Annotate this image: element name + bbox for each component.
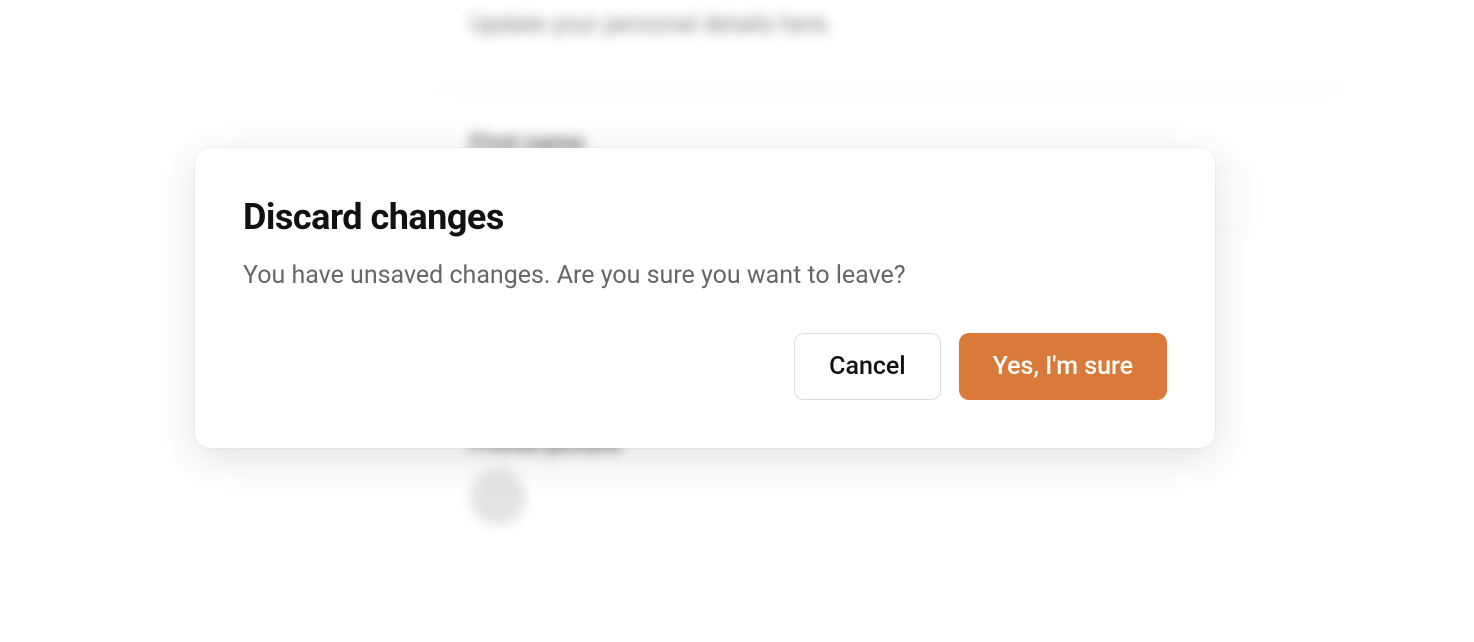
modal-body-text: You have unsaved changes. Are you sure y… [243, 258, 1167, 293]
modal-overlay: Discard changes You have unsaved changes… [0, 0, 1474, 642]
confirm-button[interactable]: Yes, I'm sure [959, 333, 1167, 400]
discard-changes-modal: Discard changes You have unsaved changes… [195, 148, 1215, 448]
modal-actions: Cancel Yes, I'm sure [243, 333, 1167, 400]
modal-title: Discard changes [243, 196, 1167, 238]
cancel-button[interactable]: Cancel [794, 333, 941, 400]
